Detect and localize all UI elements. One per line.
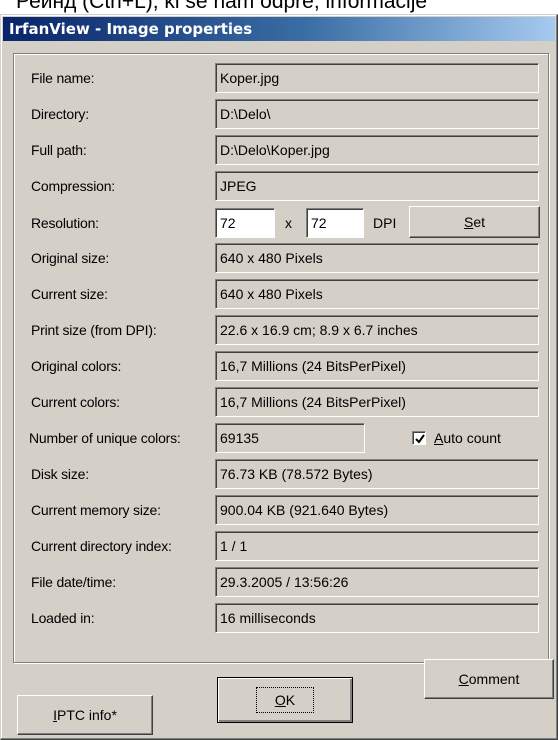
ok-button-accel: O — [274, 692, 286, 708]
directory-label: Directory: — [31, 106, 89, 122]
current-size-label: Current size: — [31, 286, 108, 302]
unique-colors-value: 69135 — [215, 423, 365, 453]
file-name-value: Koper.jpg — [215, 63, 539, 93]
row-original-colors: Original colors: 16,7 Millions (24 BitsP… — [1, 351, 558, 383]
row-loaded-in: Loaded in: 16 milliseconds — [1, 603, 558, 635]
compression-label: Compression: — [31, 178, 115, 194]
row-resolution: Resolution: 72 x 72 DPI Set — [1, 206, 558, 240]
original-colors-label: Original colors: — [31, 358, 122, 374]
row-file-name: File name: Koper.jpg — [1, 63, 558, 95]
set-button-accel: S — [463, 214, 474, 230]
resolution-label: Resolution: — [31, 215, 99, 231]
current-colors-label: Current colors: — [31, 394, 120, 410]
memory-size-value: 900.04 KB (921.640 Bytes) — [215, 495, 539, 525]
auto-count-accel: A — [434, 430, 444, 446]
original-colors-value: 16,7 Millions (24 BitsPerPixel) — [215, 351, 539, 381]
image-properties-dialog: IrfanView - Image properties File name: … — [0, 14, 558, 740]
set-button[interactable]: Set — [409, 206, 540, 238]
file-name-label: File name: — [31, 70, 95, 86]
ok-button-rest: K — [285, 692, 296, 708]
comment-button-rest: omment — [468, 671, 520, 687]
dialog-title: IrfanView - Image properties — [3, 17, 555, 41]
directory-value: D:\Delo\ — [215, 99, 539, 129]
row-current-colors: Current colors: 16,7 Millions (24 BitsPe… — [1, 387, 558, 419]
row-print-size: Print size (from DPI): 22.6 x 16.9 cm; 8… — [1, 315, 558, 347]
row-current-size: Current size: 640 x 480 Pixels — [1, 279, 558, 311]
comment-button-accel: C — [458, 671, 469, 687]
ok-button-focus: OK — [255, 687, 315, 713]
row-directory: Directory: D:\Delo\ — [1, 99, 558, 131]
print-size-label: Print size (from DPI): — [31, 322, 157, 338]
print-size-value: 22.6 x 16.9 cm; 8.9 x 6.7 inches — [215, 315, 539, 345]
file-datetime-value: 29.3.2005 / 13:56:26 — [215, 567, 539, 597]
loaded-in-label: Loaded in: — [31, 610, 95, 626]
auto-count-label[interactable]: Auto count — [434, 423, 501, 453]
row-directory-index: Current directory index: 1 / 1 — [1, 531, 558, 563]
check-icon — [415, 434, 425, 444]
set-button-rest: et — [473, 214, 486, 230]
row-file-datetime: File date/time: 29.3.2005 / 13:56:26 — [1, 567, 558, 599]
row-disk-size: Disk size: 76.73 KB (78.572 Bytes) — [1, 459, 558, 491]
ok-button[interactable]: OK — [217, 677, 353, 723]
directory-index-label: Current directory index: — [31, 538, 172, 554]
loaded-in-value: 16 milliseconds — [215, 603, 539, 633]
unique-colors-label: Number of unique colors: — [29, 430, 181, 446]
row-full-path: Full path: D:\Delo\Koper.jpg — [1, 135, 558, 167]
original-size-value: 640 x 480 Pixels — [215, 243, 539, 273]
memory-size-label: Current memory size: — [31, 502, 161, 518]
iptc-button-rest: PTC info* — [56, 707, 117, 723]
resolution-y-input[interactable]: 72 — [306, 208, 364, 238]
file-datetime-label: File date/time: — [31, 574, 116, 590]
directory-index-value: 1 / 1 — [215, 531, 539, 561]
background-text: Рейнд (Ctrl+L), ki se nam odpre, informa… — [16, 0, 428, 13]
iptc-info-button[interactable]: I PTC info* — [17, 695, 153, 735]
row-original-size: Original size: 640 x 480 Pixels — [1, 243, 558, 275]
resolution-x-input[interactable]: 72 — [215, 208, 275, 238]
resolution-unit: DPI — [373, 215, 397, 231]
compression-value: JPEG — [215, 171, 539, 201]
original-size-label: Original size: — [31, 250, 110, 266]
disk-size-value: 76.73 KB (78.572 Bytes) — [215, 459, 539, 489]
auto-count-checkbox[interactable] — [412, 431, 426, 445]
resolution-separator: x — [285, 215, 292, 231]
full-path-value: D:\Delo\Koper.jpg — [215, 135, 539, 165]
row-memory-size: Current memory size: 900.04 KB (921.640 … — [1, 495, 558, 527]
disk-size-label: Disk size: — [31, 466, 89, 482]
row-compression: Compression: JPEG — [1, 171, 558, 203]
row-unique-colors: Number of unique colors: 69135 Auto coun… — [1, 423, 558, 455]
current-size-value: 640 x 480 Pixels — [215, 279, 539, 309]
full-path-label: Full path: — [31, 142, 87, 158]
current-colors-value: 16,7 Millions (24 BitsPerPixel) — [215, 387, 539, 417]
comment-button[interactable]: Comment — [424, 659, 554, 699]
